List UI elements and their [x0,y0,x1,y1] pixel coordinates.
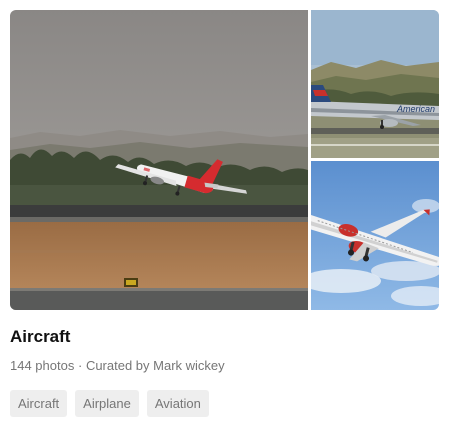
tag-list: Aircraft Airplane Aviation [10,390,209,417]
side-photos: American [311,10,439,310]
top-right-photo[interactable]: American [311,10,439,158]
collection-card[interactable]: American Aircraft 144 photos · Curated b… [0,0,452,430]
photo-mosaic[interactable]: American [10,10,439,310]
tag-aviation[interactable]: Aviation [146,390,209,417]
tag-airplane[interactable]: Airplane [75,390,139,417]
curator-link[interactable]: Curated by Mark wickey [86,358,225,373]
tag-aircraft[interactable]: Aircraft [10,390,68,417]
livery-text: American [396,104,435,114]
main-photo[interactable] [10,10,308,310]
bottom-right-photo[interactable] [311,161,439,310]
meta-separator: · [77,358,83,373]
collection-meta: 144 photos · Curated by Mark wickey [10,357,225,375]
photo-count: 144 photos [10,358,75,373]
collection-title[interactable]: Aircraft [10,326,70,348]
